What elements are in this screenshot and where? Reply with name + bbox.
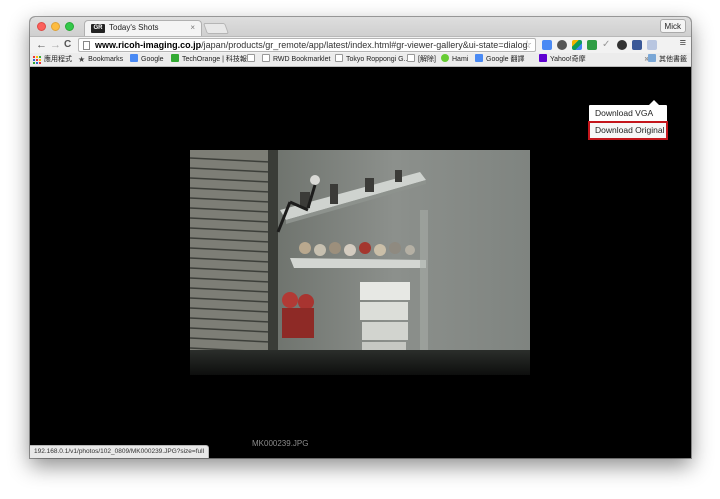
translate-extension-icon[interactable] — [542, 40, 552, 50]
browser-window: GR Today's Shots × Mick ← → C www.ricoh-… — [30, 17, 691, 458]
bookmark-label: Hami — [452, 56, 469, 63]
google-icon — [130, 54, 138, 62]
bookmark-label: Tokyo Roppongi G... — [346, 56, 410, 63]
bookmark-apps[interactable]: 應用程式 — [44, 54, 72, 66]
page-icon — [83, 41, 90, 50]
page-icon — [407, 54, 415, 62]
download-original-item[interactable]: Download Original — [588, 121, 668, 140]
hami-icon — [441, 54, 449, 62]
bookmark-label: RWD Bookmarklet — [273, 56, 331, 63]
maximize-window-button[interactable] — [65, 22, 74, 31]
bookmark-label: Bookmarks — [88, 56, 124, 63]
drive-extension-icon[interactable] — [572, 40, 582, 50]
other-bookmarks-label: 其他書籤 — [659, 56, 687, 63]
minimize-window-button[interactable] — [51, 22, 60, 31]
forward-arrow-icon[interactable]: → — [50, 38, 61, 52]
reload-icon[interactable]: C — [64, 38, 71, 52]
download-menu: Download VGA Download Original — [588, 100, 668, 140]
bookmark-google[interactable]: Google — [130, 54, 164, 66]
download-extension-icon[interactable] — [587, 40, 597, 50]
bookmark-tokyo-roppongi[interactable]: Tokyo Roppongi G... — [335, 54, 409, 66]
page-icon — [247, 54, 255, 62]
folder-icon — [648, 54, 656, 62]
photo-viewer: Download VGA Download Original MK000239.… — [30, 67, 691, 458]
page-icon — [335, 54, 343, 62]
bookmark-label: Yahoo!奇摩 — [550, 56, 586, 63]
other-bookmarks[interactable]: 其他書籤 — [648, 54, 687, 66]
bookmark-rwd[interactable]: RWD Bookmarklet — [262, 54, 330, 66]
bookmark-label: TechOrange | 科技報 — [182, 56, 247, 63]
toolbar: ← → C www.ricoh-imaging.co.jp/japan/prod… — [30, 36, 691, 53]
tab-title: Today's Shots — [109, 23, 159, 32]
new-tab-button[interactable] — [202, 23, 230, 34]
back-arrow-icon[interactable]: ← — [36, 38, 47, 52]
gr-favicon-icon: GR — [91, 24, 105, 33]
yahoo-icon — [539, 54, 547, 62]
menu-icon[interactable]: ≡ — [680, 37, 686, 49]
bookmark-star-icon[interactable]: ☆ — [522, 38, 532, 51]
bookmark-blank[interactable] — [247, 54, 258, 66]
bookmark-google-translate[interactable]: Google 翻譯 — [475, 54, 525, 66]
bookmark-unlock[interactable]: [解除] — [407, 54, 436, 66]
photo-illustration — [190, 150, 530, 375]
bookmarks-bar: 應用程式 ★ Bookmarks Google TechOrange | 科技報 … — [30, 53, 691, 67]
tab-todays-shots[interactable]: GR Today's Shots × — [84, 20, 202, 36]
bookmark-label: Google 翻譯 — [486, 56, 525, 63]
status-bar-url: 192.168.0.1/v1/photos/102_0809/MK000239.… — [30, 445, 210, 458]
download-vga-item[interactable]: Download VGA — [589, 105, 667, 122]
bookmark-techorange[interactable]: TechOrange | 科技報 — [171, 54, 247, 66]
check-extension-icon[interactable]: ✓ — [602, 40, 612, 50]
page-icon — [262, 54, 270, 62]
bookmark-hami[interactable]: Hami — [441, 54, 468, 66]
photo-image[interactable] — [190, 150, 530, 375]
close-window-button[interactable] — [37, 22, 46, 31]
star-icon: ★ — [78, 55, 86, 64]
profile-button[interactable]: Mick — [659, 19, 686, 33]
facebook-extension-icon[interactable] — [632, 40, 642, 50]
bookmark-bookmarks[interactable]: ★ Bookmarks — [78, 54, 123, 66]
bookmark-label: [解除] — [418, 56, 436, 63]
apps-icon[interactable] — [33, 56, 41, 64]
techorange-icon — [171, 54, 179, 62]
url-host: www.ricoh-imaging.co.jp — [95, 40, 202, 50]
github-extension-icon[interactable] — [557, 40, 567, 50]
tab-strip: GR Today's Shots × Mick — [30, 17, 691, 36]
tab-close-icon[interactable]: × — [190, 23, 195, 32]
photo-filename: MK000239.JPG — [252, 439, 309, 448]
translate-icon — [475, 54, 483, 62]
circle-extension-icon[interactable] — [617, 40, 627, 50]
bookmark-label: Google — [141, 56, 164, 63]
hand-extension-icon[interactable] — [647, 40, 657, 50]
url-text[interactable]: www.ricoh-imaging.co.jp/japan/products/g… — [95, 39, 528, 51]
url-path: /japan/products/gr_remote/app/latest/ind… — [201, 40, 528, 50]
bookmark-yahoo[interactable]: Yahoo!奇摩 — [539, 54, 586, 66]
address-bar[interactable]: www.ricoh-imaging.co.jp/japan/products/g… — [78, 38, 536, 52]
